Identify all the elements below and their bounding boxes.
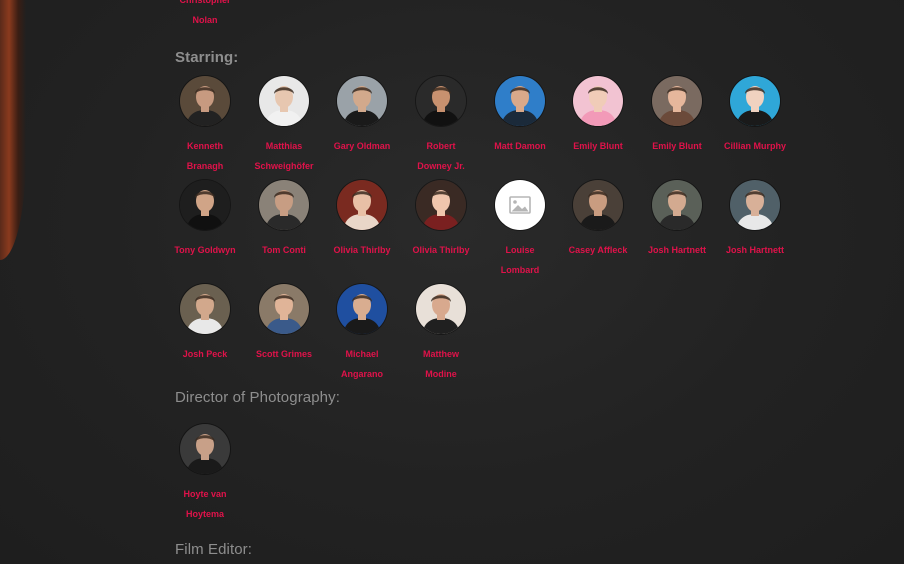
name-line2: Branagh [186, 161, 224, 171]
name-line2: Hoytema [185, 509, 224, 519]
portrait-avatar[interactable] [416, 76, 466, 126]
cast-member-name[interactable]: Casey Affleck [558, 240, 638, 260]
name-line1: Olivia Thirlby [412, 245, 470, 255]
portrait-avatar[interactable] [337, 180, 387, 230]
photography-heading: Director of Photography: [175, 389, 340, 406]
name-line1: Olivia Thirlby [333, 245, 391, 255]
cast-member-card[interactable]: Josh Hartnett [715, 180, 795, 260]
name-line1: Josh Peck [182, 349, 228, 359]
name-line2: Modine [425, 369, 457, 379]
name-line1: Matthias [265, 141, 303, 151]
name-line1: Josh Hartnett [725, 245, 784, 255]
name-line1: Matthew [423, 349, 459, 359]
portrait-avatar[interactable] [337, 284, 387, 334]
cast-member-name[interactable]: Tom Conti [244, 240, 324, 260]
cast-member-card[interactable]: Kenneth Branagh [165, 76, 245, 176]
cast-member-card[interactable]: Michael Angarano [322, 284, 402, 384]
portrait-avatar[interactable] [652, 76, 702, 126]
name-line1: Gary Oldman [333, 141, 391, 151]
name-line2: Downey Jr. [417, 161, 465, 171]
cast-member-card[interactable]: Casey Affleck [558, 180, 638, 260]
portrait-avatar[interactable] [730, 180, 780, 230]
portrait-avatar[interactable] [495, 76, 545, 126]
cast-member-name[interactable]: Hoyte van Hoytema [165, 484, 245, 524]
cast-member-card[interactable]: Matt Damon [480, 76, 560, 156]
cast-member-name[interactable]: Josh Hartnett [715, 240, 795, 260]
cast-member-card[interactable]: Josh Hartnett [637, 180, 717, 260]
cast-member-name[interactable]: Matthew Modine [401, 344, 481, 384]
portrait-avatar[interactable] [259, 284, 309, 334]
name-line1: Scott Grimes [255, 349, 313, 359]
name-line2: Lombard [500, 265, 540, 275]
portrait-avatar[interactable] [652, 180, 702, 230]
cast-member-name[interactable]: Kenneth Branagh [165, 136, 245, 176]
cast-member-card[interactable]: Olivia Thirlby [322, 180, 402, 260]
portrait-avatar[interactable] [259, 180, 309, 230]
image-placeholder-icon[interactable] [495, 180, 545, 230]
name-line1: Robert [426, 141, 456, 151]
cast-member-name[interactable]: Emily Blunt [558, 136, 638, 156]
cast-member-name[interactable]: Tony Goldwyn [165, 240, 245, 260]
cast-member-card[interactable]: Josh Peck [165, 284, 245, 364]
cast-member-card[interactable]: Gary Oldman [322, 76, 402, 156]
portrait-avatar[interactable] [416, 180, 466, 230]
portrait-avatar[interactable] [416, 284, 466, 334]
name-line1: Josh Hartnett [647, 245, 706, 255]
cast-member-card[interactable]: Hoyte van Hoytema [165, 424, 245, 524]
cast-member-card[interactable]: Matthew Modine [401, 284, 481, 384]
cast-member-card[interactable]: Matthias Schweighöfer [244, 76, 324, 176]
director-name-line1[interactable]: Christopher [165, 0, 245, 10]
name-line2: Schweighöfer [254, 161, 314, 171]
cast-member-name[interactable]: Josh Peck [165, 344, 245, 364]
cast-member-name[interactable]: Matthias Schweighöfer [244, 136, 324, 176]
cast-member-name[interactable]: Cillian Murphy [715, 136, 795, 156]
cast-member-name[interactable]: Matt Damon [480, 136, 560, 156]
cast-member-name[interactable]: Louise Lombard [480, 240, 560, 280]
name-line1: Matt Damon [494, 141, 546, 151]
cast-member-name[interactable]: Josh Hartnett [637, 240, 717, 260]
cast-member-name[interactable]: Scott Grimes [244, 344, 324, 364]
portrait-avatar[interactable] [730, 76, 780, 126]
portrait-avatar[interactable] [180, 180, 230, 230]
name-line1: Louise [505, 245, 535, 255]
cast-member-card[interactable]: Robert Downey Jr. [401, 76, 481, 176]
cast-member-card[interactable]: Emily Blunt [558, 76, 638, 156]
portrait-avatar[interactable] [573, 180, 623, 230]
name-line1: Casey Affleck [568, 245, 628, 255]
cast-member-name[interactable]: Emily Blunt [637, 136, 717, 156]
cast-member-card[interactable]: Tom Conti [244, 180, 324, 260]
cast-member-card[interactable]: Louise Lombard [480, 180, 560, 280]
cast-member-name[interactable]: Michael Angarano [322, 344, 402, 384]
name-line1: Michael [345, 349, 379, 359]
cast-member-card[interactable]: Scott Grimes [244, 284, 324, 364]
name-line1: Emily Blunt [652, 141, 702, 151]
cast-member-name[interactable]: Olivia Thirlby [322, 240, 402, 260]
portrait-avatar[interactable] [573, 76, 623, 126]
name-line1: Hoyte van [183, 489, 227, 499]
cast-member-name[interactable]: Gary Oldman [322, 136, 402, 156]
cast-member-card[interactable]: Emily Blunt [637, 76, 717, 156]
name-line1: Tom Conti [262, 245, 306, 255]
portrait-avatar[interactable] [180, 284, 230, 334]
name-line1: Tony Goldwyn [174, 245, 236, 255]
name-line2: Angarano [340, 369, 383, 379]
film-editor-heading: Film Editor: [175, 541, 253, 558]
cast-member-card[interactable]: Olivia Thirlby [401, 180, 481, 260]
cast-member-name[interactable]: Robert Downey Jr. [401, 136, 481, 176]
backdrop-edge [0, 0, 26, 260]
cast-member-name[interactable]: Olivia Thirlby [401, 240, 481, 260]
film-credits-page: Christopher Nolan Starring: Kenneth Brana… [0, 0, 904, 564]
director-name-line2[interactable]: Nolan [165, 10, 245, 30]
name-line1: Cillian Murphy [723, 141, 786, 151]
portrait-avatar[interactable] [180, 424, 230, 474]
portrait-avatar[interactable] [337, 76, 387, 126]
portrait-avatar[interactable] [259, 76, 309, 126]
name-line1: Kenneth [187, 141, 223, 151]
cast-member-card[interactable]: Tony Goldwyn [165, 180, 245, 260]
cast-member-card[interactable]: Cillian Murphy [715, 76, 795, 156]
name-line1: Emily Blunt [573, 141, 623, 151]
starring-heading: Starring: [175, 49, 239, 66]
portrait-avatar[interactable] [180, 76, 230, 126]
